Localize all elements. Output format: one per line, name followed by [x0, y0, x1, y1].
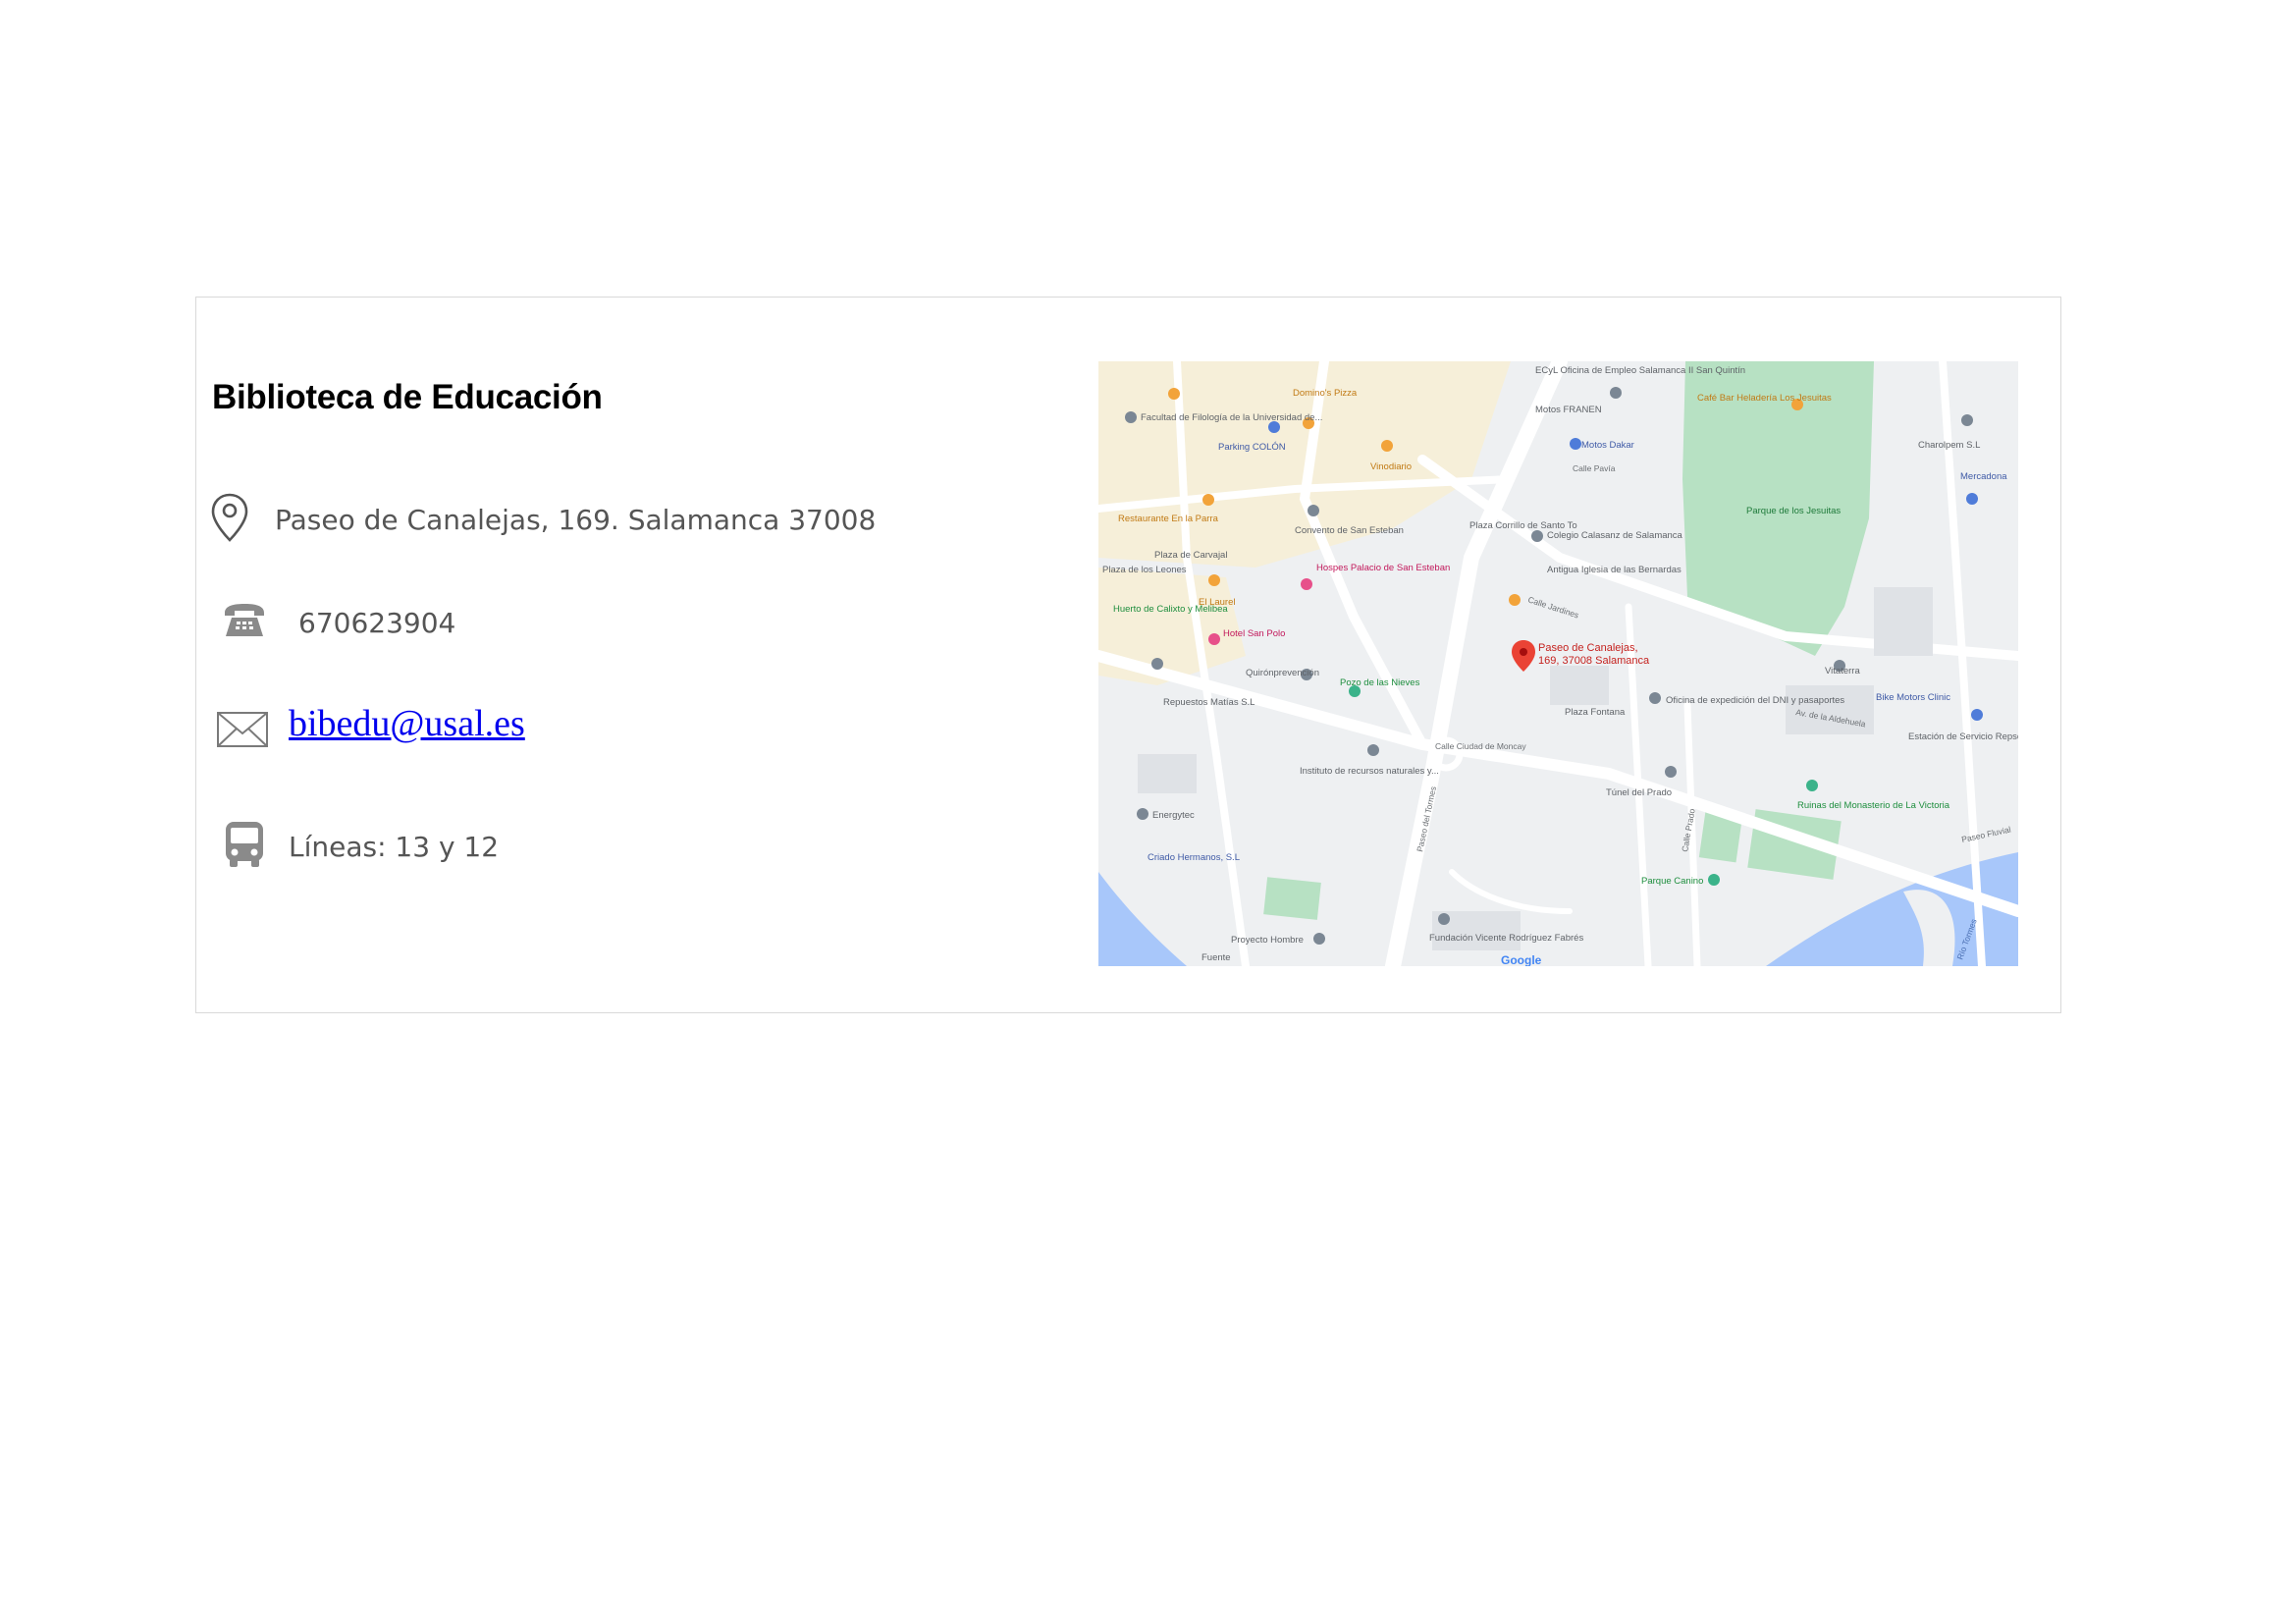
svg-text:Motos FRANEN: Motos FRANEN — [1535, 405, 1602, 415]
svg-text:Convento de San Esteban: Convento de San Esteban — [1295, 525, 1404, 536]
svg-text:Parking COLÓN: Parking COLÓN — [1218, 442, 1286, 453]
svg-text:Hospes Palacio de San Esteban: Hospes Palacio de San Esteban — [1316, 563, 1450, 573]
bus-row: Líneas: 13 y 12 — [224, 820, 499, 873]
svg-text:Mercadona: Mercadona — [1960, 471, 2007, 482]
svg-text:Ruinas del Monasterio de La Vi: Ruinas del Monasterio de La Victoria — [1797, 800, 1950, 811]
svg-text:Energytec: Energytec — [1152, 810, 1195, 821]
pin-label-line1: Paseo de Canalejas, — [1538, 642, 1638, 654]
svg-text:Vitaterra: Vitaterra — [1825, 666, 1860, 677]
svg-text:Bike Motors Clinic: Bike Motors Clinic — [1876, 692, 1950, 703]
svg-text:Repuestos Matías S.L: Repuestos Matías S.L — [1163, 697, 1255, 708]
svg-text:Fuente: Fuente — [1201, 952, 1231, 963]
page: Biblioteca de Educación Paseo de Canalej… — [0, 0, 2296, 1624]
svg-text:Proyecto Hombre: Proyecto Hombre — [1231, 935, 1304, 946]
svg-text:Antigua Iglesia de las Bernard: Antigua Iglesia de las Bernardas — [1547, 565, 1682, 575]
phone-row: 670623904 — [222, 601, 455, 644]
location-pin-icon — [210, 492, 249, 547]
email-row: bibedu@usal.es — [216, 703, 525, 753]
svg-text:Colegio Calasanz de Salamanca: Colegio Calasanz de Salamanca — [1547, 530, 1683, 541]
svg-text:Calle Pavía: Calle Pavía — [1573, 463, 1616, 473]
library-title: Biblioteca de Educación — [212, 378, 603, 416]
svg-text:Domino's Pizza: Domino's Pizza — [1293, 388, 1358, 399]
svg-text:ECyL Oficina de Empleo Salaman: ECyL Oficina de Empleo Salamanca II San … — [1535, 365, 1745, 376]
svg-text:Túnel del Prado: Túnel del Prado — [1606, 787, 1672, 798]
bus-icon — [224, 820, 265, 873]
envelope-icon — [216, 710, 269, 753]
svg-text:El Laurel: El Laurel — [1199, 597, 1236, 608]
svg-text:Estación de Servicio Repsol: Estación de Servicio Repsol — [1908, 731, 2018, 742]
address-row: Paseo de Canalejas, 169. Salamanca 37008 — [210, 492, 876, 547]
svg-text:Facultad de Filología de la Un: Facultad de Filología de la Universidad … — [1141, 412, 1322, 423]
svg-text:Pozo de las Nieves: Pozo de las Nieves — [1340, 677, 1420, 688]
svg-text:Café Bar Heladería Los Jesuita: Café Bar Heladería Los Jesuitas — [1697, 393, 1832, 404]
svg-text:Instituto de recursos naturale: Instituto de recursos naturales y... — [1300, 766, 1439, 777]
svg-text:Motos Dakar: Motos Dakar — [1581, 440, 1634, 451]
svg-text:Plaza de Carvajal: Plaza de Carvajal — [1154, 550, 1227, 561]
svg-text:Charolpem S.L: Charolpem S.L — [1918, 440, 1980, 451]
email-link[interactable]: bibedu@usal.es — [289, 702, 525, 745]
svg-text:Parque Canino: Parque Canino — [1641, 876, 1703, 887]
pin-label-line2: 169, 37008 Salamanca — [1538, 655, 1650, 667]
svg-text:Oficina de expedición del DNI: Oficina de expedición del DNI y pasaport… — [1666, 695, 1844, 706]
phone-number: 670623904 — [298, 606, 456, 639]
location-map[interactable]: Paseo de Canalejas, 169, 37008 Salamanca… — [1098, 361, 2018, 966]
svg-text:Hotel San Polo: Hotel San Polo — [1223, 628, 1285, 639]
sports-field — [1263, 877, 1321, 920]
address-text: Paseo de Canalejas, 169. Salamanca 37008 — [275, 503, 877, 536]
svg-text:Quirónprevención: Quirónprevención — [1246, 668, 1319, 678]
svg-text:Parque de los Jesuitas: Parque de los Jesuitas — [1746, 506, 1841, 516]
svg-text:Vinodiario: Vinodiario — [1370, 461, 1412, 472]
svg-text:Plaza Fontana: Plaza Fontana — [1565, 707, 1626, 718]
contact-card: Biblioteca de Educación Paseo de Canalej… — [195, 297, 2061, 1013]
svg-text:Plaza de los Leones: Plaza de los Leones — [1102, 565, 1187, 575]
telephone-icon — [222, 601, 267, 644]
google-logo: Google — [1501, 953, 1542, 966]
svg-text:Calle Ciudad de Moncay: Calle Ciudad de Moncay — [1435, 741, 1526, 751]
bus-lines: Líneas: 13 y 12 — [289, 830, 500, 863]
svg-text:Criado Hermanos, S.L: Criado Hermanos, S.L — [1148, 852, 1240, 863]
svg-text:Restaurante En la Parra: Restaurante En la Parra — [1118, 514, 1219, 524]
svg-text:Fundación Vicente Rodríguez Fa: Fundación Vicente Rodríguez Fabrés — [1429, 933, 1583, 944]
